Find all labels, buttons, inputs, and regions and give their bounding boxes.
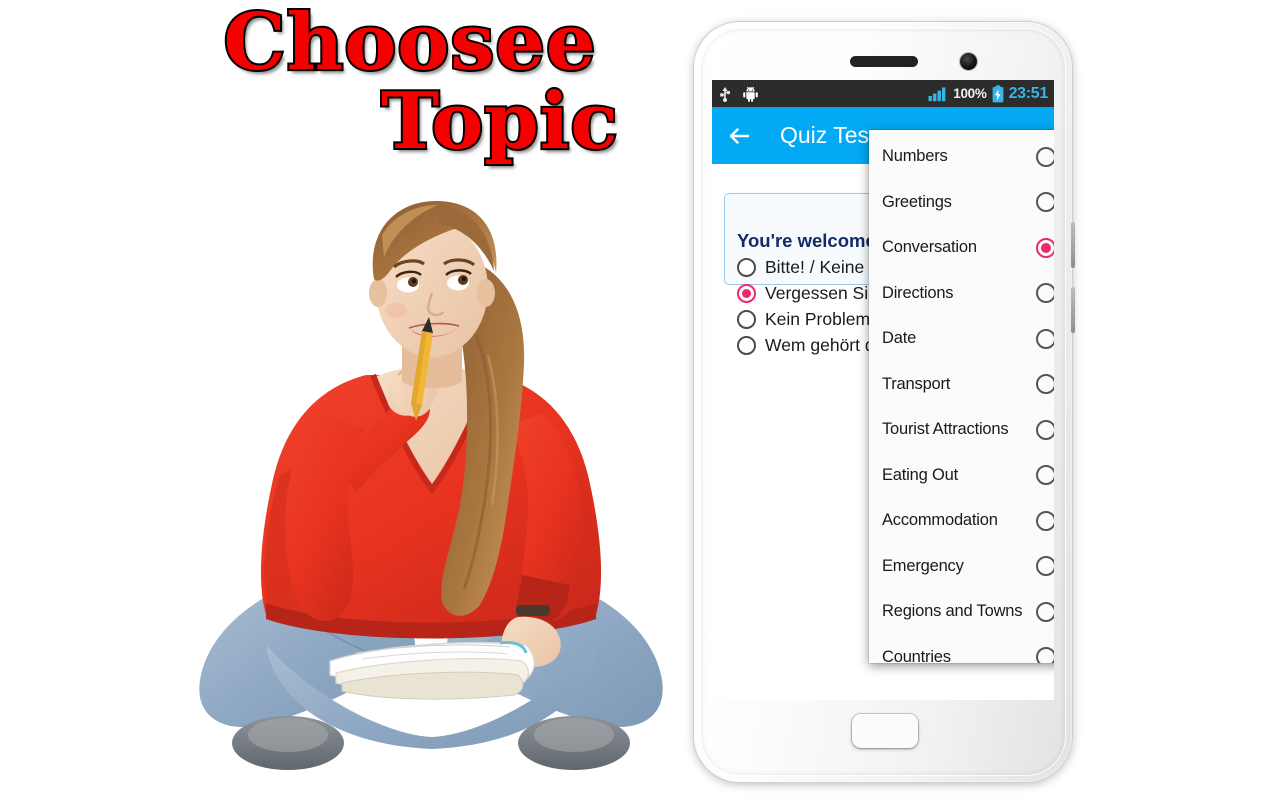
radio-icon[interactable] xyxy=(1036,510,1054,531)
radio-icon[interactable] xyxy=(1036,556,1054,577)
topic-dropdown[interactable]: Numbers Greetings Conversation Directions Da… xyxy=(869,130,1054,663)
radio-icon[interactable] xyxy=(1036,283,1054,304)
promo-title: Choosee Topic xyxy=(130,0,690,176)
quiz-option-label: Vergessen Si xyxy=(765,283,869,303)
topic-dropdown-item[interactable]: Regions and Towns xyxy=(869,589,1054,635)
status-bar-left xyxy=(718,86,759,102)
quiz-option-label: Wem gehört d xyxy=(765,335,875,355)
promo-screenshot: Choosee Topic 100% 23:51 Quiz Tes You're… xyxy=(0,0,1280,800)
quiz-option-label: Bitte! / Keine xyxy=(765,257,865,277)
battery-charging-icon xyxy=(992,84,1003,102)
radio-icon-selected[interactable] xyxy=(1036,237,1054,258)
radio-icon[interactable] xyxy=(1036,601,1054,622)
radio-icon[interactable] xyxy=(1036,192,1054,213)
android-bug-icon xyxy=(743,86,758,102)
volume-down-button[interactable] xyxy=(1071,287,1075,333)
topic-dropdown-item[interactable]: Greetings xyxy=(869,180,1054,226)
radio-icon[interactable] xyxy=(1036,328,1054,349)
usb-icon xyxy=(720,86,731,102)
phone-screen: 100% 23:51 Quiz Tes You're welcome Bitte… xyxy=(712,80,1054,700)
student-photo xyxy=(199,201,663,770)
phone-device: 100% 23:51 Quiz Tes You're welcome Bitte… xyxy=(694,22,1075,782)
topic-dropdown-item[interactable]: Conversation xyxy=(869,225,1054,271)
topic-dropdown-item-label: Eating Out xyxy=(882,465,958,484)
topic-dropdown-item-label: Accommodation xyxy=(882,511,998,530)
radio-icon[interactable] xyxy=(737,310,756,329)
topic-dropdown-item[interactable]: Countries xyxy=(869,635,1054,663)
topic-dropdown-item-label: Transport xyxy=(882,374,951,393)
status-bar-clock: 23:51 xyxy=(1008,84,1049,102)
status-bar: 100% 23:51 xyxy=(712,80,1054,107)
volume-up-button[interactable] xyxy=(1071,222,1075,268)
earpiece-speaker xyxy=(850,56,918,67)
topic-dropdown-item[interactable]: Transport xyxy=(869,362,1054,408)
topic-dropdown-item-label: Conversation xyxy=(882,238,977,257)
back-arrow-icon[interactable] xyxy=(726,123,752,149)
radio-icon[interactable] xyxy=(1036,419,1054,440)
topic-dropdown-item[interactable]: Date xyxy=(869,316,1054,362)
radio-icon[interactable] xyxy=(1036,647,1054,663)
topic-dropdown-item-label: Directions xyxy=(882,283,954,302)
topic-dropdown-item[interactable]: Accommodation xyxy=(869,498,1054,544)
signal-bars-icon xyxy=(928,86,946,101)
topic-dropdown-item-label: Countries xyxy=(882,647,951,663)
topic-dropdown-item-label: Regions and Towns xyxy=(882,602,1023,621)
battery-percent: 100% xyxy=(953,86,987,101)
topic-dropdown-item-label: Emergency xyxy=(882,556,964,575)
quiz-option-label: Kein Problem xyxy=(765,309,871,329)
topic-dropdown-item[interactable]: Tourist Attractions xyxy=(869,407,1054,453)
title-line-2: Topic xyxy=(379,75,620,167)
topic-dropdown-item[interactable]: Eating Out xyxy=(869,453,1054,499)
topic-dropdown-item[interactable]: Directions xyxy=(869,271,1054,317)
topic-dropdown-item[interactable]: Numbers xyxy=(869,134,1054,180)
status-bar-right: 100% 23:51 xyxy=(928,85,1048,103)
topic-dropdown-item-label: Date xyxy=(882,329,917,348)
title-line-1: Choosee xyxy=(221,0,597,88)
radio-icon[interactable] xyxy=(1036,465,1054,486)
radio-icon-selected[interactable] xyxy=(737,284,756,303)
radio-icon[interactable] xyxy=(737,336,756,355)
topic-dropdown-item-label: Greetings xyxy=(882,192,952,211)
app-bar-title: Quiz Tes xyxy=(780,122,870,148)
radio-icon[interactable] xyxy=(1036,146,1054,167)
home-button[interactable] xyxy=(852,714,918,748)
radio-icon[interactable] xyxy=(1036,374,1054,395)
front-camera-icon xyxy=(960,53,977,70)
topic-dropdown-list: Numbers Greetings Conversation Directions Da… xyxy=(869,130,1054,663)
topic-dropdown-item-label: Tourist Attractions xyxy=(882,420,1009,439)
radio-icon[interactable] xyxy=(737,258,756,277)
topic-dropdown-item-label: Numbers xyxy=(882,147,948,166)
topic-dropdown-item[interactable]: Emergency xyxy=(869,544,1054,590)
